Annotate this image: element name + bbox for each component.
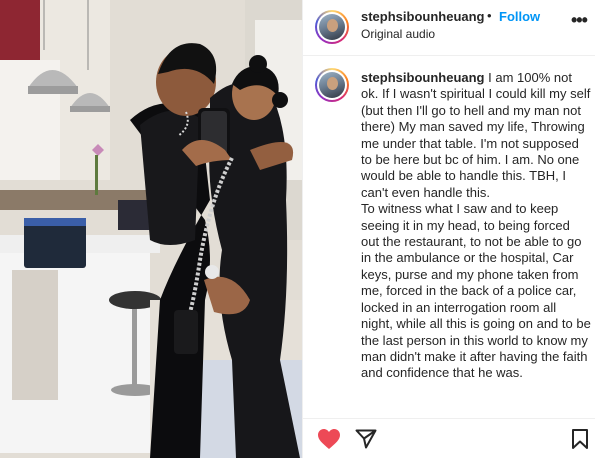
bookmark-icon[interactable] <box>571 428 589 455</box>
header-separator: • <box>487 8 492 23</box>
post-panel: stephsibounheuang • Follow Original audi… <box>302 0 595 458</box>
follow-button[interactable]: Follow <box>499 9 540 24</box>
caption-paragraph-1: I am 100% not ok. If I wasn't spiritual … <box>361 70 591 200</box>
header-username[interactable]: stephsibounheuang <box>361 9 485 24</box>
action-bar <box>303 418 595 458</box>
caption-username[interactable]: stephsibounheuang <box>361 70 485 85</box>
post-header: stephsibounheuang • Follow Original audi… <box>303 0 595 56</box>
avatar[interactable] <box>315 10 349 44</box>
caption-avatar[interactable] <box>315 68 349 102</box>
post-caption: stephsibounheuang I am 100% not ok. If I… <box>361 70 591 382</box>
paper-plane-icon[interactable] <box>355 429 377 454</box>
post-photo[interactable] <box>0 0 302 458</box>
more-options-icon[interactable]: ••• <box>571 11 588 29</box>
caption-paragraph-2: To witness what I saw and to keep seeing… <box>361 201 591 381</box>
post-image <box>0 0 302 458</box>
original-audio-link[interactable]: Original audio <box>361 27 435 41</box>
heart-icon[interactable] <box>317 428 341 455</box>
